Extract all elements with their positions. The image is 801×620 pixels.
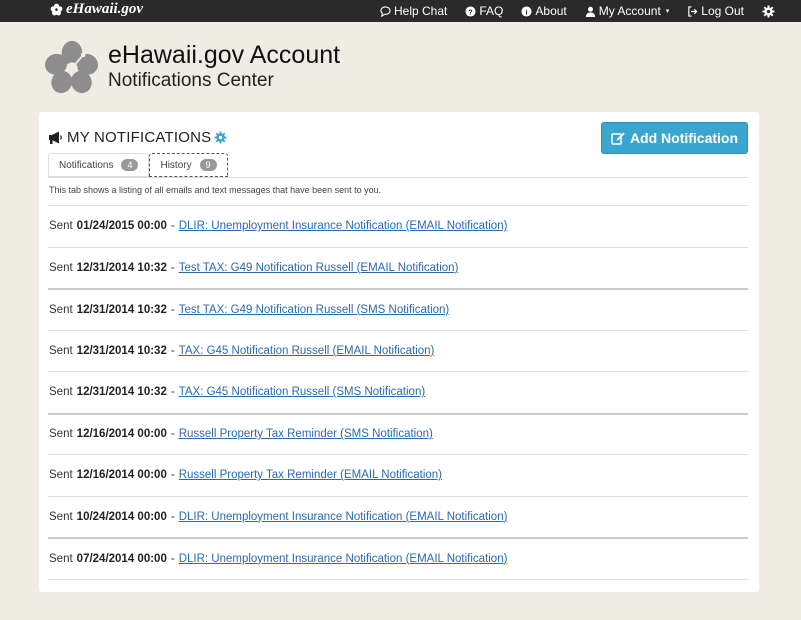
sent-prefix: Sent bbox=[49, 511, 73, 523]
question-icon: ? bbox=[465, 6, 476, 17]
tab-notifications[interactable]: Notifications 4 bbox=[48, 153, 149, 177]
settings-gear-icon[interactable] bbox=[214, 131, 227, 144]
separator: - bbox=[171, 511, 175, 523]
sent-date: 12/16/2014 00:00 bbox=[77, 428, 167, 440]
history-list: Sent01/24/2015 00:00-DLIR: Unemployment … bbox=[48, 205, 748, 620]
list-item: Sent 10/24/2014 00:00-DLIR: Unemployment … bbox=[48, 496, 748, 538]
list-item: Sent 12/31/2014 10:32-TAX: G45 Notificati… bbox=[48, 330, 748, 372]
sent-date: 12/31/2014 10:32 bbox=[77, 345, 167, 357]
about-label: About bbox=[535, 4, 566, 18]
tab-notifications-label: Notifications bbox=[59, 160, 113, 171]
notifications-panel: MY NOTIFICATIONS Add Notification Notifi… bbox=[39, 112, 759, 592]
notification-link[interactable]: TAX: G45 Notification Russell (EMAIL Not… bbox=[179, 345, 435, 357]
add-notification-button[interactable]: Add Notification bbox=[601, 122, 748, 154]
separator: - bbox=[171, 386, 175, 398]
separator: - bbox=[171, 262, 175, 274]
chat-icon bbox=[380, 6, 391, 17]
page-subtitle: Notifications Center bbox=[108, 70, 340, 92]
list-item: Sent 07/24/2014 00:00-DLIR: Unemployment … bbox=[48, 537, 748, 579]
brand-name: eHawaii.gov bbox=[66, 1, 143, 18]
notification-link[interactable]: Russell Property Tax Reminder (SMS Notif… bbox=[179, 428, 433, 440]
notification-link[interactable]: Test TAX: G49 Notification Russell (SMS … bbox=[179, 304, 450, 316]
separator: - bbox=[171, 428, 175, 440]
separator: - bbox=[171, 345, 175, 357]
separator: - bbox=[171, 469, 175, 481]
separator: - bbox=[171, 553, 175, 565]
list-item: Sent 12/31/2014 10:32-Test TAX: G49 Notif… bbox=[48, 247, 748, 289]
list-item: Sent 12/31/2014 10:32-Test TAX: G49 Notif… bbox=[48, 288, 748, 330]
notification-link[interactable]: DLIR: Unemployment Insurance Notificatio… bbox=[179, 220, 508, 232]
info-icon: i bbox=[521, 6, 532, 17]
sent-date: 12/31/2014 10:32 bbox=[77, 304, 167, 316]
panel-title: MY NOTIFICATIONS bbox=[48, 129, 231, 146]
dropdown-caret-icon: ▾ bbox=[666, 7, 670, 15]
svg-text:i: i bbox=[526, 7, 528, 16]
sent-date: 12/31/2014 10:32 bbox=[77, 262, 167, 274]
my-account-link[interactable]: My Account ▾ bbox=[585, 4, 670, 18]
sent-prefix: Sent bbox=[49, 386, 73, 398]
user-icon bbox=[585, 6, 596, 17]
logout-icon bbox=[687, 6, 698, 17]
tab-history-label: History bbox=[160, 160, 191, 171]
notification-link[interactable]: Test TAX: G49 Notification Russell (EMAI… bbox=[179, 262, 459, 274]
page-title: eHawaii.gov Account bbox=[108, 40, 340, 70]
svg-text:?: ? bbox=[469, 7, 474, 16]
megaphone-icon bbox=[48, 131, 63, 144]
gear-icon bbox=[762, 5, 775, 18]
sent-prefix: Sent bbox=[49, 262, 73, 274]
sent-prefix: Sent bbox=[49, 304, 73, 316]
list-item: Sent 12/31/2014 10:32-TAX: G45 Notificati… bbox=[48, 371, 748, 413]
faq-label: FAQ bbox=[479, 4, 503, 18]
logout-label: Log Out bbox=[701, 4, 744, 18]
list-item: Sent 12/16/2014 00:00-Russell Property Ta… bbox=[48, 413, 748, 455]
list-item: Sent 01/24/2015 00:00-DLIR: Unemployment … bbox=[48, 205, 748, 247]
tab-bar: Notifications 4 History 9 bbox=[48, 153, 228, 177]
tab-description: This tab shows a listing of all emails a… bbox=[49, 185, 381, 195]
edit-icon bbox=[611, 131, 625, 145]
notification-link[interactable]: TAX: G45 Notification Russell (SMS Notif… bbox=[179, 386, 425, 398]
notifications-count-badge: 4 bbox=[121, 159, 138, 171]
sent-date: 01/24/2015 00:00 bbox=[77, 220, 167, 232]
list-item: Sent 12/16/2014 00:00-Russell Property Ta… bbox=[48, 454, 748, 496]
add-notification-label: Add Notification bbox=[630, 130, 738, 146]
sent-date: 07/24/2014 00:00 bbox=[77, 553, 167, 565]
notification-link[interactable]: DLIR: Unemployment Insurance Notificatio… bbox=[179, 553, 508, 565]
logout-link[interactable]: Log Out bbox=[687, 4, 744, 18]
history-count-badge: 9 bbox=[200, 159, 217, 171]
sent-prefix: Sent bbox=[49, 469, 73, 481]
brand-link[interactable]: eHawaii.gov bbox=[50, 1, 143, 18]
separator: - bbox=[171, 220, 175, 232]
about-link[interactable]: i About bbox=[521, 4, 566, 18]
notification-link[interactable]: Russell Property Tax Reminder (EMAIL Not… bbox=[179, 469, 442, 481]
panel-title-text: MY NOTIFICATIONS bbox=[67, 129, 211, 146]
help-chat-label: Help Chat bbox=[394, 4, 447, 18]
help-chat-link[interactable]: Help Chat bbox=[380, 4, 447, 18]
sent-prefix: Sent bbox=[49, 553, 73, 565]
sent-prefix: Sent bbox=[49, 220, 73, 232]
page-header: eHawaii.gov Account Notifications Center bbox=[44, 40, 340, 96]
top-nav-bar: eHawaii.gov Help Chat ? FAQ i About My A… bbox=[0, 0, 801, 22]
my-account-label: My Account bbox=[599, 4, 661, 18]
hibiscus-logo-icon bbox=[44, 40, 100, 96]
sent-date: 12/31/2014 10:32 bbox=[77, 386, 167, 398]
notification-link[interactable]: DLIR: Unemployment Insurance Notificatio… bbox=[179, 511, 508, 523]
separator: - bbox=[171, 304, 175, 316]
sent-date: 12/16/2014 00:00 bbox=[77, 469, 167, 481]
settings-button[interactable] bbox=[762, 5, 775, 18]
tab-divider bbox=[48, 177, 748, 178]
tab-history[interactable]: History 9 bbox=[149, 153, 227, 177]
faq-link[interactable]: ? FAQ bbox=[465, 4, 503, 18]
sent-date: 10/24/2014 00:00 bbox=[77, 511, 167, 523]
list-divider bbox=[48, 579, 748, 620]
hibiscus-icon bbox=[50, 3, 63, 16]
sent-prefix: Sent bbox=[49, 345, 73, 357]
sent-prefix: Sent bbox=[49, 428, 73, 440]
